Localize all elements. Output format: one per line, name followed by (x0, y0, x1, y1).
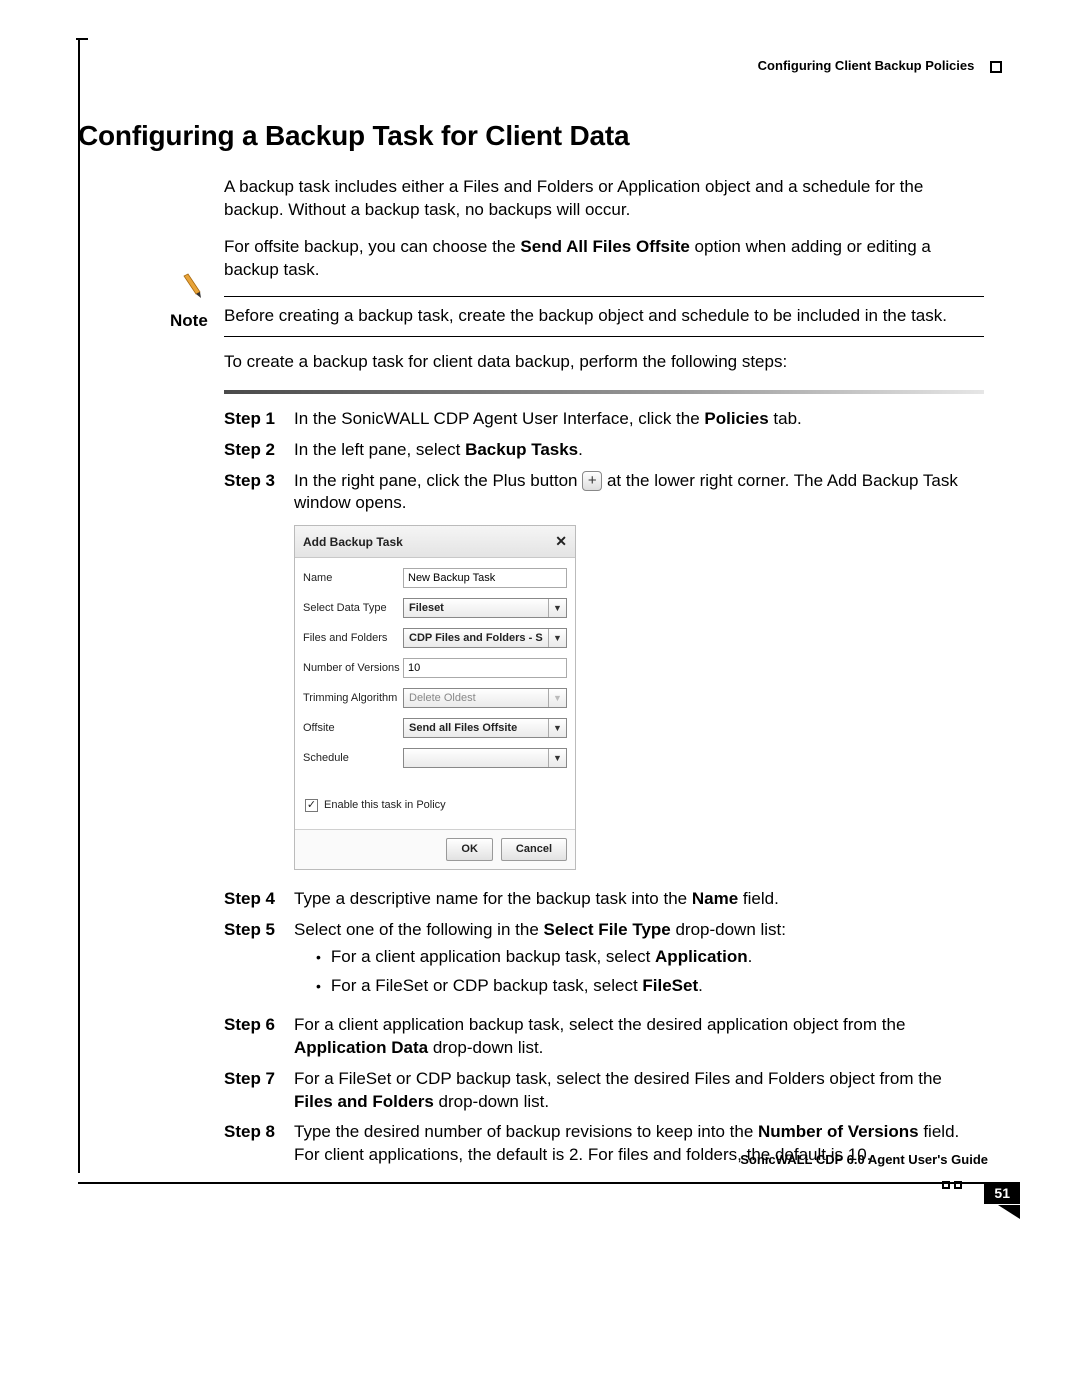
versions-input[interactable] (404, 659, 566, 677)
chevron-down-icon: ▼ (548, 719, 566, 737)
footer-wedge-icon (998, 1205, 1020, 1219)
select-trimming[interactable]: Delete Oldest ▼ (403, 688, 567, 708)
select-offsite[interactable]: Send all Files Offsite ▼ (403, 718, 567, 738)
chevron-down-icon: ▼ (548, 599, 566, 617)
footer-guide-title: SonicWALL CDP 6.0 Agent User's Guide (740, 1152, 988, 1167)
note-text: Before creating a backup task, create th… (224, 297, 984, 336)
step-2: Step 2 In the left pane, select Backup T… (294, 439, 984, 462)
dialog-titlebar: Add Backup Task ✕ (295, 526, 575, 558)
chevron-down-icon: ▼ (548, 629, 566, 647)
footer-rule (78, 1182, 1002, 1184)
chevron-down-icon: ▼ (548, 689, 566, 707)
header-section-title: Configuring Client Backup Policies (758, 58, 975, 73)
pencil-icon (182, 272, 206, 300)
label-versions: Number of Versions (303, 661, 403, 676)
cancel-button[interactable]: Cancel (501, 838, 567, 861)
page-number: 51 (984, 1182, 1020, 1204)
close-icon[interactable]: ✕ (555, 532, 567, 551)
page-title: Configuring a Backup Task for Client Dat… (78, 120, 1002, 152)
add-backup-task-dialog: Add Backup Task ✕ Name Select Data Type … (294, 525, 576, 870)
step-6: Step 6 For a client application backup t… (294, 1014, 984, 1060)
step-3: Step 3 In the right pane, click the Plus… (294, 470, 984, 516)
label-files-folders: Files and Folders (303, 631, 403, 646)
enable-checkbox-label: Enable this task in Policy (324, 798, 446, 813)
note-label: Note (170, 310, 208, 333)
select-schedule[interactable]: ▼ (403, 748, 567, 768)
main-content: Configuring a Backup Task for Client Dat… (78, 120, 1002, 1175)
step-5: Step 5 Select one of the following in th… (294, 919, 984, 1006)
header-square-icon (990, 61, 1002, 73)
select-data-type[interactable]: Fileset ▼ (403, 598, 567, 618)
dialog-title-text: Add Backup Task (303, 534, 403, 550)
lead-text: To create a backup task for client data … (224, 351, 984, 374)
chevron-down-icon: ▼ (548, 749, 566, 767)
bullet-fileset: For a FileSet or CDP backup task, select… (316, 975, 984, 998)
bullet-application: For a client application backup task, se… (316, 946, 984, 969)
intro-p1: A backup task includes either a Files an… (224, 176, 984, 222)
select-files-folders[interactable]: CDP Files and Folders - S ▼ (403, 628, 567, 648)
label-name: Name (303, 571, 403, 586)
name-input[interactable] (404, 569, 566, 587)
enable-checkbox[interactable]: ✓ (305, 799, 318, 812)
note-block: Note Before creating a backup task, crea… (224, 296, 984, 337)
label-schedule: Schedule (303, 751, 403, 766)
running-header: Configuring Client Backup Policies (758, 58, 1002, 73)
step-1: Step 1 In the SonicWALL CDP Agent User I… (294, 408, 984, 431)
intro-p2: For offsite backup, you can choose the S… (224, 236, 984, 282)
ok-button[interactable]: OK (446, 838, 493, 861)
step-4: Step 4 Type a descriptive name for the b… (294, 888, 984, 911)
label-data-type: Select Data Type (303, 601, 403, 616)
label-offsite: Offsite (303, 721, 403, 736)
section-rule (224, 390, 984, 394)
plus-icon: + (582, 471, 602, 491)
step-7: Step 7 For a FileSet or CDP backup task,… (294, 1068, 984, 1114)
label-trimming: Trimming Algorithm (303, 691, 403, 706)
